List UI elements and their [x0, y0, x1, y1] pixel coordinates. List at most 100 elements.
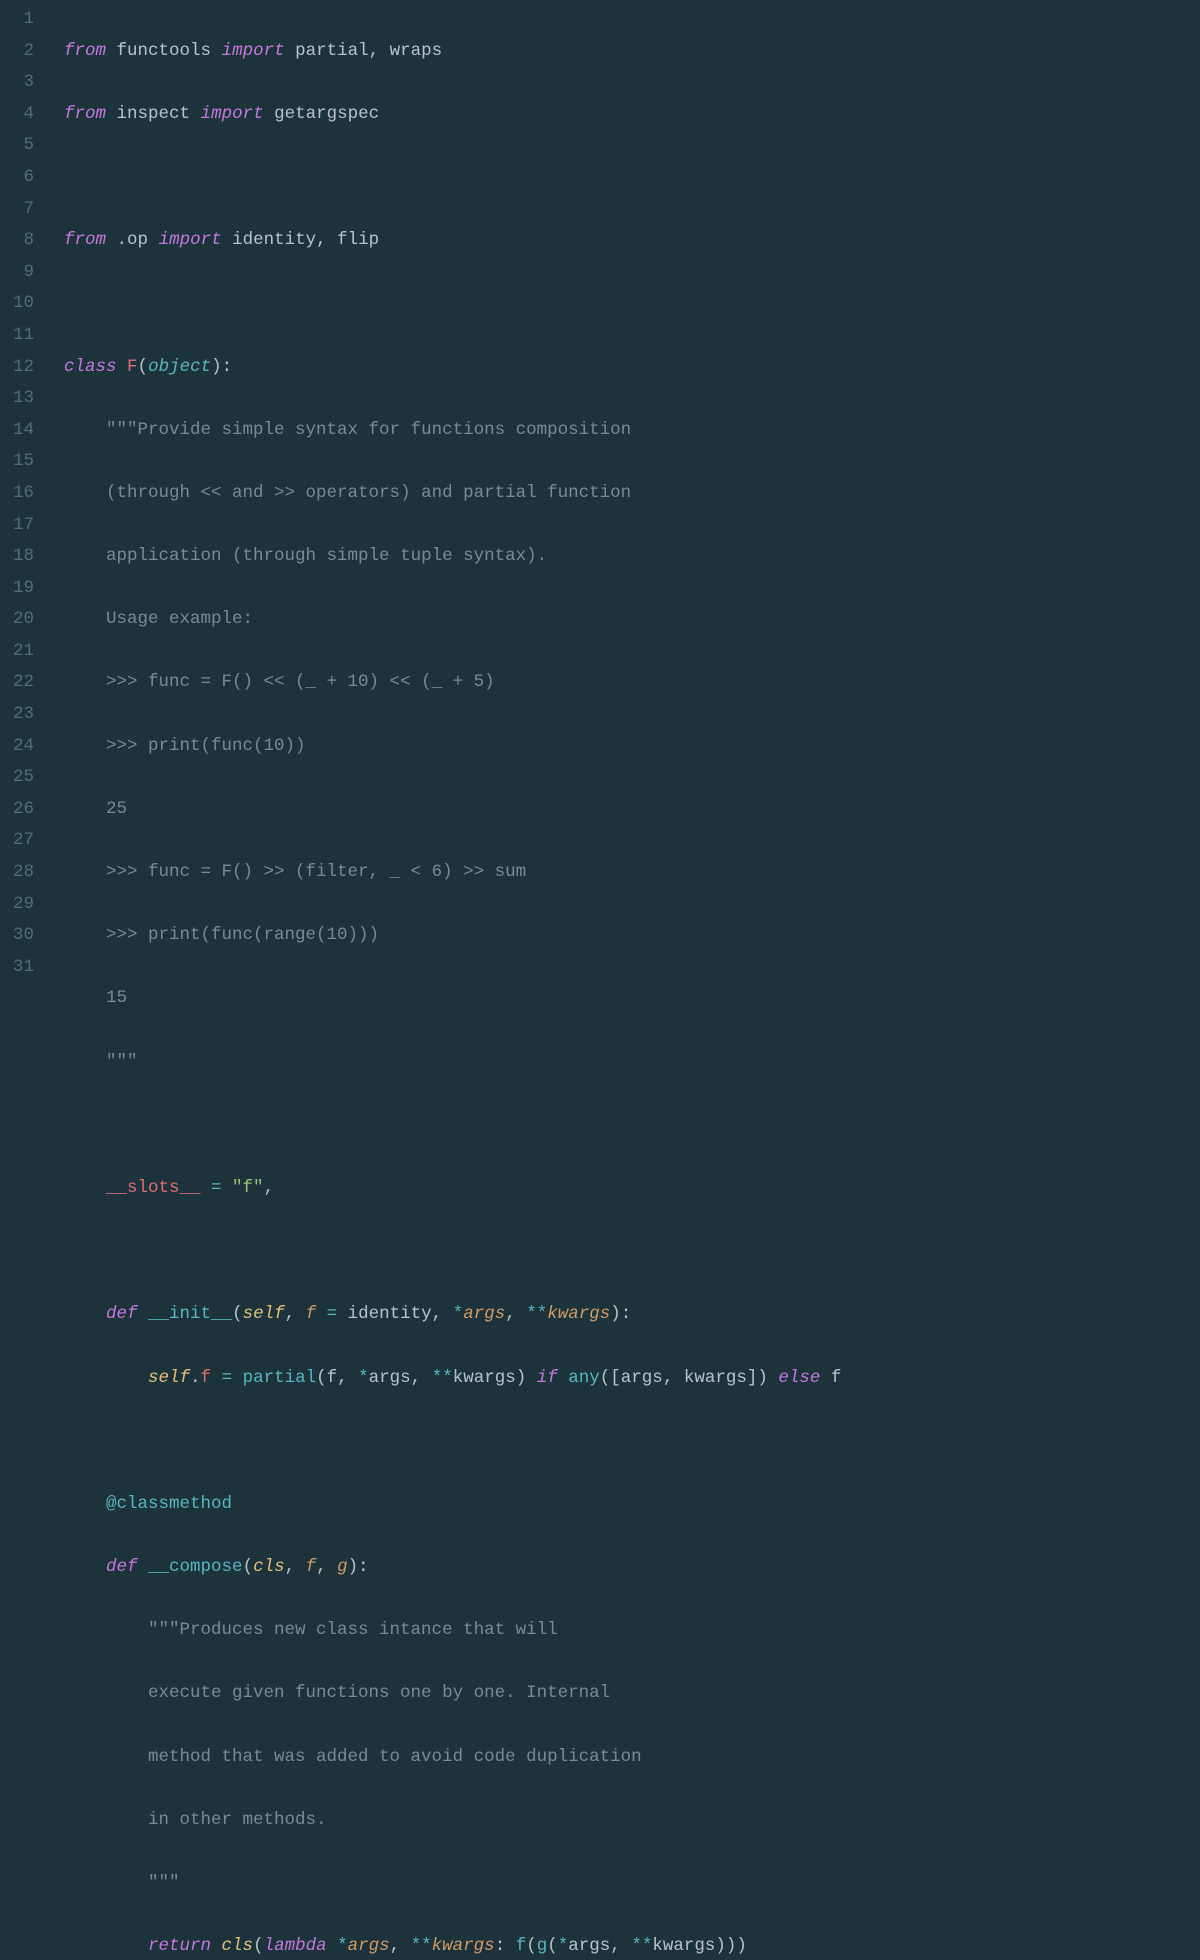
identifier: f	[831, 1368, 842, 1388]
identifier: kwargs	[652, 1936, 715, 1956]
code-line[interactable]: __slots__ = "f",	[64, 1173, 1200, 1205]
param: f	[306, 1557, 317, 1577]
keyword-else: else	[778, 1368, 820, 1388]
code-line[interactable]: execute given functions one by one. Inte…	[64, 1678, 1200, 1710]
line-number: 5	[0, 130, 48, 162]
module-name: inspect	[117, 104, 191, 124]
operator-dstar: **	[411, 1936, 432, 1956]
string-literal: "f"	[232, 1178, 264, 1198]
code-line[interactable]: """Produces new class intance that will	[64, 1615, 1200, 1647]
code-line[interactable]: self.f = partial(f, *args, **kwargs) if …	[64, 1363, 1200, 1395]
line-number: 10	[0, 288, 48, 320]
code-line[interactable]: """Provide simple syntax for functions c…	[64, 415, 1200, 447]
line-number: 11	[0, 320, 48, 352]
module-name: functools	[117, 41, 212, 61]
docstring: 15	[106, 988, 127, 1008]
docstring: >>> func = F() >> (filter, _ < 6) >> sum	[106, 862, 526, 882]
code-line[interactable]: """	[64, 1868, 1200, 1900]
code-editor[interactable]: 1 2 3 4 5 6 7 8 9 10 11 12 13 14 15 16 1…	[0, 0, 1200, 980]
line-number: 9	[0, 257, 48, 289]
docstring: execute given functions one by one. Inte…	[148, 1683, 610, 1703]
line-number: 14	[0, 415, 48, 447]
code-line[interactable]	[64, 162, 1200, 194]
code-area[interactable]: from functools import partial, wraps fro…	[48, 0, 1200, 980]
operator-star: *	[358, 1368, 369, 1388]
line-number: 6	[0, 162, 48, 194]
code-line[interactable]: application (through simple tuple syntax…	[64, 541, 1200, 573]
keyword-class: class	[64, 357, 117, 377]
code-line[interactable]: class F(object):	[64, 352, 1200, 384]
operator-dstar: **	[526, 1304, 547, 1324]
code-line[interactable]	[64, 288, 1200, 320]
line-number: 22	[0, 667, 48, 699]
docstring: method that was added to avoid code dupl…	[148, 1747, 642, 1767]
code-line[interactable]: from functools import partial, wraps	[64, 36, 1200, 68]
operator-assign: =	[316, 1304, 348, 1324]
code-line[interactable]: method that was added to avoid code dupl…	[64, 1742, 1200, 1774]
method-name: __compose	[148, 1557, 243, 1577]
self-ref: self	[148, 1368, 190, 1388]
identifier: partial	[295, 41, 369, 61]
decorator: @classmethod	[106, 1494, 232, 1514]
code-line[interactable]: >>> print(func(10))	[64, 731, 1200, 763]
code-line[interactable]: @classmethod	[64, 1489, 1200, 1521]
code-line[interactable]	[64, 1426, 1200, 1458]
code-line[interactable]: >>> func = F() >> (filter, _ < 6) >> sum	[64, 857, 1200, 889]
identifier: kwargs	[453, 1368, 516, 1388]
builtin-any: any	[568, 1368, 600, 1388]
code-line[interactable]	[64, 1236, 1200, 1268]
code-line[interactable]: 15	[64, 983, 1200, 1015]
code-line[interactable]: (through << and >> operators) and partia…	[64, 478, 1200, 510]
code-line[interactable]: """	[64, 1047, 1200, 1079]
line-number: 25	[0, 762, 48, 794]
code-line[interactable]	[64, 1110, 1200, 1142]
code-line[interactable]: from inspect import getargspec	[64, 99, 1200, 131]
keyword-lambda: lambda	[264, 1936, 327, 1956]
docstring: 25	[106, 799, 127, 819]
cls-ref: cls	[222, 1936, 254, 1956]
docstring: in other methods.	[148, 1810, 327, 1830]
code-line[interactable]: from .op import identity, flip	[64, 225, 1200, 257]
attr: f	[201, 1368, 212, 1388]
code-line[interactable]: return cls(lambda *args, **kwargs: f(g(*…	[64, 1931, 1200, 1960]
call: f	[516, 1936, 527, 1956]
operator-dstar: **	[432, 1368, 453, 1388]
docstring: >>> func = F() << (_ + 10) << (_ + 5)	[106, 672, 495, 692]
code-line[interactable]: >>> func = F() << (_ + 10) << (_ + 5)	[64, 667, 1200, 699]
line-number: 18	[0, 541, 48, 573]
identifier: f	[327, 1368, 338, 1388]
line-number: 29	[0, 889, 48, 921]
keyword-from: from	[64, 41, 106, 61]
line-number: 4	[0, 99, 48, 131]
keyword-import: import	[159, 230, 222, 250]
code-line[interactable]: Usage example:	[64, 604, 1200, 636]
line-number: 26	[0, 794, 48, 826]
code-line[interactable]: def __compose(cls, f, g):	[64, 1552, 1200, 1584]
line-number: 12	[0, 352, 48, 384]
line-number: 16	[0, 478, 48, 510]
identifier: args	[369, 1368, 411, 1388]
keyword-def: def	[106, 1557, 138, 1577]
identifier: args	[568, 1936, 610, 1956]
line-number: 20	[0, 604, 48, 636]
keyword-return: return	[148, 1936, 211, 1956]
code-line[interactable]: in other methods.	[64, 1805, 1200, 1837]
param: kwargs	[547, 1304, 610, 1324]
keyword-from: from	[64, 104, 106, 124]
param: g	[337, 1557, 348, 1577]
code-line[interactable]: 25	[64, 794, 1200, 826]
docstring: >>> print(func(10))	[106, 736, 306, 756]
operator-star: *	[453, 1304, 464, 1324]
code-line[interactable]: def __init__(self, f = identity, *args, …	[64, 1299, 1200, 1331]
builtin-object: object	[148, 357, 211, 377]
param-cls: cls	[253, 1557, 285, 1577]
code-line[interactable]: >>> print(func(range(10)))	[64, 920, 1200, 952]
operator-star: *	[558, 1936, 569, 1956]
line-number: 23	[0, 699, 48, 731]
docstring: application (through simple tuple syntax…	[106, 546, 547, 566]
operator-dstar: **	[631, 1936, 652, 1956]
docstring: >>> print(func(range(10)))	[106, 925, 379, 945]
line-number: 31	[0, 952, 48, 984]
call: partial	[243, 1368, 317, 1388]
docstring: Usage example:	[106, 609, 253, 629]
